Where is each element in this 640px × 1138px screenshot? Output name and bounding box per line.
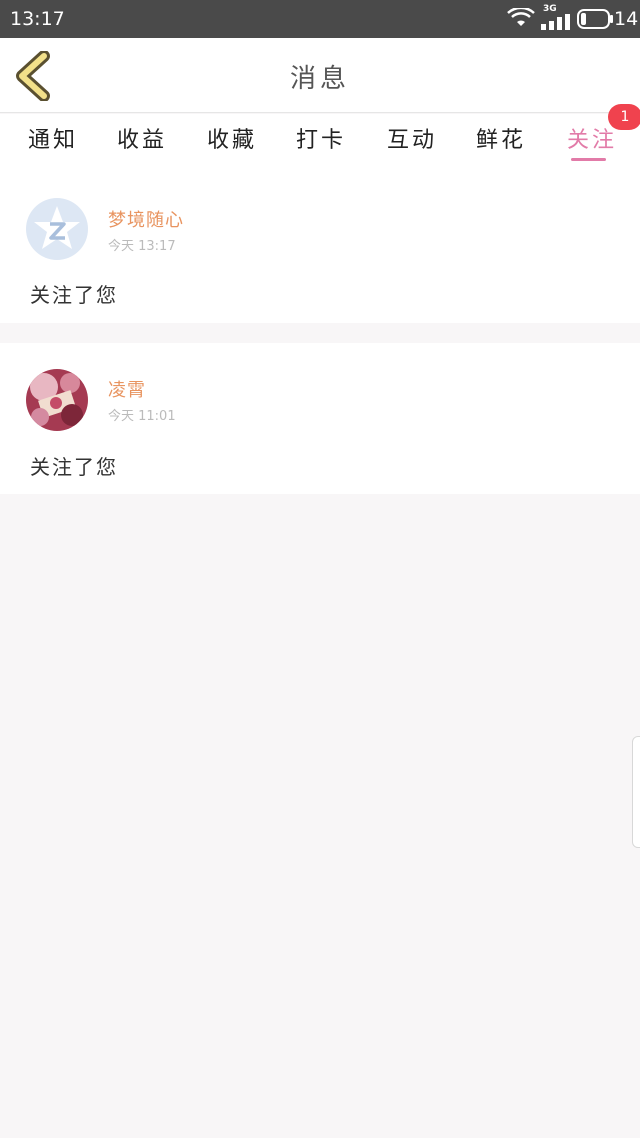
page-title: 消息 bbox=[289, 64, 350, 94]
wifi-icon bbox=[507, 8, 535, 26]
unread-badge: 1 bbox=[608, 104, 640, 130]
page-header: 消息 bbox=[0, 38, 640, 113]
side-drawer-handle[interactable] bbox=[632, 736, 640, 848]
message-time: 今天 11:01 bbox=[108, 409, 176, 424]
message-item[interactable]: 梦境随心 今天 13:17 关注了您 bbox=[0, 168, 640, 323]
battery-icon bbox=[577, 9, 613, 29]
message-text: 关注了您 bbox=[30, 283, 118, 307]
tab-favorites[interactable]: 收藏 bbox=[207, 122, 257, 154]
tab-check-in[interactable]: 打卡 bbox=[296, 122, 346, 154]
tab-flowers[interactable]: 鲜花 bbox=[476, 122, 526, 154]
status-time: 13:17 bbox=[10, 8, 65, 30]
avatar[interactable] bbox=[26, 369, 88, 431]
battery-level: 14 bbox=[614, 8, 639, 30]
tab-bar: 通知 收益 收藏 打卡 互动 鲜花 关注 bbox=[0, 114, 640, 168]
star-logo-icon bbox=[34, 206, 80, 249]
avatar[interactable] bbox=[26, 198, 88, 260]
tab-follows[interactable]: 关注 bbox=[567, 122, 617, 154]
signal-icon bbox=[541, 14, 570, 30]
active-tab-indicator bbox=[571, 158, 606, 161]
tab-notifications[interactable]: 通知 bbox=[28, 122, 78, 154]
message-item[interactable]: 凌霄 今天 11:01 关注了您 bbox=[0, 343, 640, 494]
floral-photo-icon bbox=[26, 369, 88, 431]
sender-name[interactable]: 凌霄 bbox=[108, 376, 146, 402]
tab-interactions[interactable]: 互动 bbox=[387, 122, 437, 154]
message-text: 关注了您 bbox=[30, 455, 118, 479]
network-type: 3G bbox=[543, 4, 557, 14]
status-bar: 13:17 3G 14 bbox=[0, 0, 640, 38]
tab-earnings[interactable]: 收益 bbox=[117, 122, 167, 154]
sender-name[interactable]: 梦境随心 bbox=[108, 206, 184, 232]
message-time: 今天 13:17 bbox=[108, 239, 176, 254]
